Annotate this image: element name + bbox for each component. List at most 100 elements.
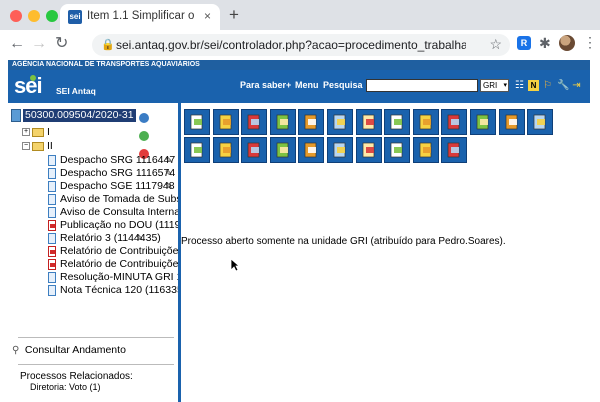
signature-pen-icon[interactable]: ✎ <box>165 168 173 178</box>
process-number[interactable]: 50300.009504/2020-31 <box>23 109 136 122</box>
document-row[interactable]: Resolução-MINUTA GRI 116 <box>48 271 180 284</box>
menu-link[interactable]: Menu <box>295 80 319 90</box>
pesquisa-link[interactable]: Pesquisa <box>323 80 363 90</box>
extensions-puzzle-icon[interactable]: ✱ <box>539 35 551 52</box>
folder-label[interactable]: I <box>47 126 50 138</box>
signature-pen-icon[interactable]: ✎ <box>165 155 173 165</box>
assign-button[interactable] <box>355 109 382 135</box>
back-button[interactable]: ← <box>9 36 25 52</box>
minimize-window-button[interactable] <box>28 10 40 22</box>
tab-close-icon[interactable]: × <box>204 9 211 23</box>
close-window-button[interactable] <box>10 10 22 22</box>
related-process-item[interactable]: Diretoria: Voto (1) <box>30 382 101 392</box>
document-label[interactable]: Despacho SGE 1117948 <box>60 180 180 193</box>
document-label[interactable]: Aviso de Consulta Interna 0 <box>60 206 180 219</box>
active-tab[interactable]: sei Item 1.1 Simplificar o Estoque R × <box>60 4 220 30</box>
url-text[interactable]: sei.antaq.gov.br/sei/controlador.php?aca… <box>116 38 466 52</box>
document-label[interactable]: Despacho SRG 1116574 <box>60 167 180 180</box>
document-row[interactable]: Aviso de Consulta Interna 0 <box>48 206 180 219</box>
document-row[interactable]: Despacho SRG 1116574 <box>48 167 178 180</box>
send-process-button[interactable] <box>241 109 268 135</box>
flag-icon[interactable]: ⚐ <box>542 80 553 91</box>
browser-toolbar: ← → ↻ 🔒 sei.antaq.gov.br/sei/controlador… <box>0 30 600 60</box>
document-row[interactable]: Nota Técnica 120 (1163350) <box>48 284 180 297</box>
document-label[interactable]: Relatório 3 (1144435) <box>60 232 180 245</box>
unit-select[interactable]: GRI ▾ <box>480 79 509 92</box>
pause-button[interactable] <box>212 137 239 163</box>
user-button[interactable] <box>384 109 411 135</box>
stamp-button[interactable] <box>241 137 268 163</box>
maximize-window-button[interactable] <box>46 10 58 22</box>
document-label[interactable]: Publicação no DOU (1119044) <box>60 219 180 232</box>
forward-button[interactable]: → <box>31 36 47 52</box>
logout-icon[interactable]: ⇥ <box>571 80 582 91</box>
building-button[interactable] <box>527 109 554 135</box>
collapse-icon[interactable]: − <box>22 142 30 151</box>
folder-label[interactable]: II <box>47 140 53 152</box>
document-row[interactable]: Aviso de Tomada de Subsídios <box>48 193 180 206</box>
document-row[interactable]: Despacho SRG 1116447 <box>48 154 178 167</box>
expand-icon[interactable]: + <box>22 128 30 137</box>
refresh-button[interactable] <box>470 109 496 135</box>
tag-button[interactable] <box>384 137 411 163</box>
document-label[interactable]: Aviso de Tomada de Subsídios <box>60 193 180 206</box>
document-icon <box>48 272 56 283</box>
document-row[interactable]: Relatório de Contribuições - <box>48 258 180 271</box>
search-button[interactable] <box>441 137 468 163</box>
document-row[interactable]: Publicação no DOU (1119044) <box>48 219 180 232</box>
add-icon[interactable] <box>139 131 149 141</box>
sei-logo[interactable]: sei <box>14 73 43 99</box>
address-bar[interactable]: 🔒 sei.antaq.gov.br/sei/controlador.php?a… <box>92 34 510 56</box>
bookmark-star-icon[interactable]: ☆ <box>489 36 502 53</box>
signature-pen-icon[interactable]: ✎ <box>136 233 144 243</box>
status-message: Processo aberto somente na unidade GRI (… <box>181 236 506 247</box>
wrench-icon[interactable]: 🔧 <box>557 80 569 91</box>
new-document-button[interactable] <box>184 109 210 135</box>
consult-label[interactable]: Consultar Andamento <box>25 344 126 356</box>
list-button[interactable] <box>412 137 439 163</box>
folder-row[interactable]: − II <box>22 140 53 153</box>
attach-document-button[interactable] <box>212 109 239 135</box>
document-icon <box>48 181 56 192</box>
approve-button[interactable] <box>298 109 325 135</box>
lock-icon: 🔒 <box>101 39 115 51</box>
document-row[interactable]: Relatório de Contribuições - <box>48 245 180 258</box>
forward-button[interactable] <box>412 109 439 135</box>
document-label[interactable]: Nota Técnica 120 (1163350) <box>60 284 180 297</box>
work-pane: Processo aberto somente na unidade GRI (… <box>181 103 590 402</box>
consult-andamento-link[interactable]: ⚲ Consultar Andamento <box>12 344 126 356</box>
sign-block-button[interactable] <box>327 109 353 135</box>
flag-button[interactable] <box>355 137 382 163</box>
marker-icon[interactable] <box>139 113 149 123</box>
email-button[interactable] <box>441 109 468 135</box>
document-label[interactable]: Relatório de Contribuições - <box>60 245 180 258</box>
document-row[interactable]: Relatório 3 (1144435) <box>48 232 178 245</box>
document-icon <box>48 155 56 166</box>
cancel-button[interactable] <box>269 137 296 163</box>
document-icon <box>48 233 56 244</box>
extension-icon[interactable]: R <box>517 36 531 50</box>
search-input[interactable] <box>366 79 478 92</box>
chevron-down-icon: ▾ <box>503 82 507 89</box>
pdf-button[interactable] <box>298 137 325 163</box>
document-row[interactable]: Despacho SGE 1117948 <box>48 180 178 193</box>
profile-avatar[interactable] <box>559 35 575 51</box>
archive-button[interactable] <box>498 109 525 135</box>
document-label[interactable]: Resolução-MINUTA GRI 116 <box>60 271 180 284</box>
browser-menu-icon[interactable]: ⋮ <box>583 34 597 51</box>
reload-button[interactable]: ↻ <box>55 36 68 52</box>
agency-title: AGÊNCIA NACIONAL DE TRANSPORTES AQUAVIÁR… <box>8 60 590 70</box>
pdf-document-icon <box>48 220 56 231</box>
para-saber-link[interactable]: Para saber+ <box>240 80 291 90</box>
new-tab-button[interactable]: + <box>229 6 239 23</box>
zip-button[interactable] <box>327 137 353 163</box>
checklist-button[interactable] <box>184 137 210 163</box>
document-label[interactable]: Despacho SRG 1116447 <box>60 154 180 167</box>
document-label[interactable]: Relatório de Contribuições - <box>60 258 180 271</box>
folder-row[interactable]: + I <box>22 126 50 139</box>
notes-icon[interactable]: N <box>528 80 539 91</box>
view-button[interactable] <box>269 109 296 135</box>
signature-pen-icon[interactable]: ✎ <box>165 181 173 191</box>
folder-icon <box>32 141 44 151</box>
grid-icon[interactable]: ☷ <box>514 80 525 91</box>
